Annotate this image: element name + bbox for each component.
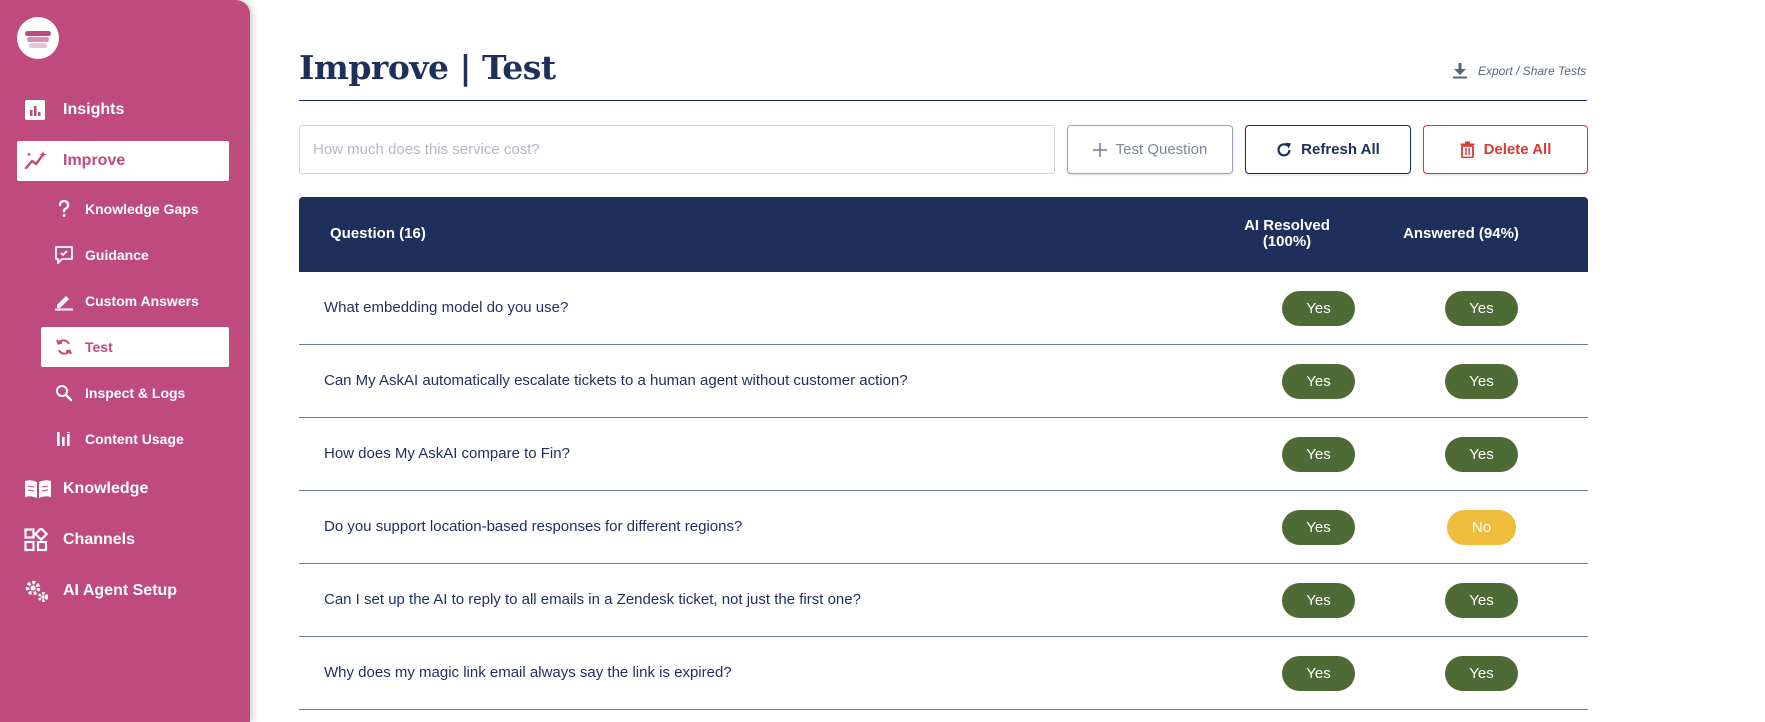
subnav-item-inspect-logs[interactable]: Inspect & Logs bbox=[41, 373, 229, 413]
question-text: What embedding model do you use? bbox=[324, 299, 569, 316]
gears-icon bbox=[17, 579, 53, 603]
subnav-item-content-usage[interactable]: Content Usage bbox=[41, 419, 229, 459]
download-icon bbox=[1452, 62, 1468, 79]
sidebar: Insights Improve Knowledge Gaps Guidance… bbox=[0, 0, 250, 722]
nav-label: Knowledge bbox=[63, 480, 149, 497]
ai-resolved-percent: (100%) bbox=[1262, 233, 1312, 250]
ai-resolved-badge: Yes bbox=[1282, 291, 1355, 326]
question-text: How does My AskAI compare to Fin? bbox=[324, 445, 570, 462]
answered-badge: Yes bbox=[1445, 291, 1518, 326]
subnav-label: Content Usage bbox=[85, 431, 184, 447]
table-row[interactable]: Can My AskAI automatically escalate tick… bbox=[299, 345, 1588, 418]
nav-label: Insights bbox=[63, 101, 125, 118]
apps-grid-icon bbox=[17, 528, 53, 552]
table-header: Question (16) AI Resolved (100%) Answere… bbox=[299, 197, 1588, 272]
export-label: Export / Share Tests bbox=[1478, 63, 1587, 78]
column-header-ai-resolved[interactable]: AI Resolved (100%) bbox=[1241, 218, 1333, 250]
plus-icon bbox=[1092, 142, 1107, 157]
ai-resolved-badge: Yes bbox=[1282, 364, 1355, 399]
test-question-input[interactable] bbox=[299, 125, 1055, 174]
subnav-item-guidance[interactable]: Guidance bbox=[41, 235, 229, 275]
nav-label: Channels bbox=[63, 531, 136, 548]
usage-bars-icon bbox=[49, 430, 79, 448]
column-header-question[interactable]: Question (16) bbox=[330, 225, 426, 242]
ai-resolved-badge: Yes bbox=[1282, 510, 1355, 545]
table-row[interactable]: Why does my magic link email always say … bbox=[299, 637, 1588, 710]
subnav-label: Knowledge Gaps bbox=[85, 201, 199, 217]
ai-resolved-badge: Yes bbox=[1282, 437, 1355, 472]
nav-item-ai-agent-setup[interactable]: AI Agent Setup bbox=[17, 571, 229, 611]
page-title: Improve | Test bbox=[299, 48, 556, 87]
question-text: Can I set up the AI to reply to all emai… bbox=[324, 591, 861, 608]
answered-badge: Yes bbox=[1445, 364, 1518, 399]
trash-icon bbox=[1460, 141, 1475, 158]
ai-resolved-badge: Yes bbox=[1282, 583, 1355, 618]
app-logo[interactable] bbox=[17, 17, 59, 59]
refresh-cycle-icon bbox=[49, 337, 79, 357]
refresh-all-label: Refresh All bbox=[1301, 141, 1380, 158]
question-mark-icon bbox=[49, 200, 79, 218]
nav-label: AI Agent Setup bbox=[63, 582, 178, 599]
ai-resolved-title: AI Resolved bbox=[1244, 217, 1330, 234]
title-divider bbox=[299, 100, 1587, 101]
pencil-icon bbox=[49, 291, 79, 311]
subnav-label: Test bbox=[85, 339, 113, 355]
nav-item-improve[interactable]: Improve bbox=[17, 141, 229, 181]
question-text: Can My AskAI automatically escalate tick… bbox=[324, 372, 908, 389]
subnav-item-test[interactable]: Test bbox=[41, 327, 229, 367]
subnav-item-custom-answers[interactable]: Custom Answers bbox=[41, 281, 229, 321]
nav-label: Improve bbox=[63, 152, 126, 169]
table-row[interactable]: What embedding model do you use? Yes Yes bbox=[299, 272, 1588, 345]
table-row[interactable]: Do you support location-based responses … bbox=[299, 491, 1588, 564]
answered-badge: Yes bbox=[1445, 583, 1518, 618]
answered-badge: Yes bbox=[1445, 437, 1518, 472]
ai-resolved-badge: Yes bbox=[1282, 656, 1355, 691]
answered-badge: Yes bbox=[1445, 656, 1518, 691]
answered-badge: No bbox=[1447, 510, 1516, 545]
test-question-label: Test Question bbox=[1115, 141, 1208, 158]
test-question-button[interactable]: Test Question bbox=[1067, 125, 1233, 174]
refresh-icon bbox=[1276, 142, 1292, 158]
nav-item-channels[interactable]: Channels bbox=[17, 520, 229, 560]
nav-item-insights[interactable]: Insights bbox=[17, 90, 229, 130]
delete-all-label: Delete All bbox=[1483, 141, 1552, 158]
chat-check-icon bbox=[49, 245, 79, 265]
question-text: Do you support location-based responses … bbox=[324, 518, 743, 535]
magic-wand-icon bbox=[17, 150, 53, 172]
refresh-all-button[interactable]: Refresh All bbox=[1245, 125, 1411, 174]
delete-all-button[interactable]: Delete All bbox=[1423, 125, 1588, 174]
subnav-label: Guidance bbox=[85, 247, 149, 263]
question-text: Why does my magic link email always say … bbox=[324, 664, 732, 681]
magnifier-icon bbox=[49, 384, 79, 402]
table-row[interactable]: Can I set up the AI to reply to all emai… bbox=[299, 564, 1588, 637]
export-share-link[interactable]: Export / Share Tests bbox=[1452, 62, 1586, 79]
subnav-item-knowledge-gaps[interactable]: Knowledge Gaps bbox=[41, 189, 229, 229]
column-header-answered[interactable]: Answered (94%) bbox=[1386, 225, 1536, 242]
bar-chart-icon bbox=[17, 99, 53, 121]
table-row[interactable]: How does My AskAI compare to Fin? Yes Ye… bbox=[299, 418, 1588, 491]
subnav-label: Inspect & Logs bbox=[85, 385, 186, 401]
open-book-icon bbox=[17, 478, 53, 500]
nav-item-knowledge[interactable]: Knowledge bbox=[17, 469, 229, 509]
subnav-label: Custom Answers bbox=[85, 293, 199, 309]
